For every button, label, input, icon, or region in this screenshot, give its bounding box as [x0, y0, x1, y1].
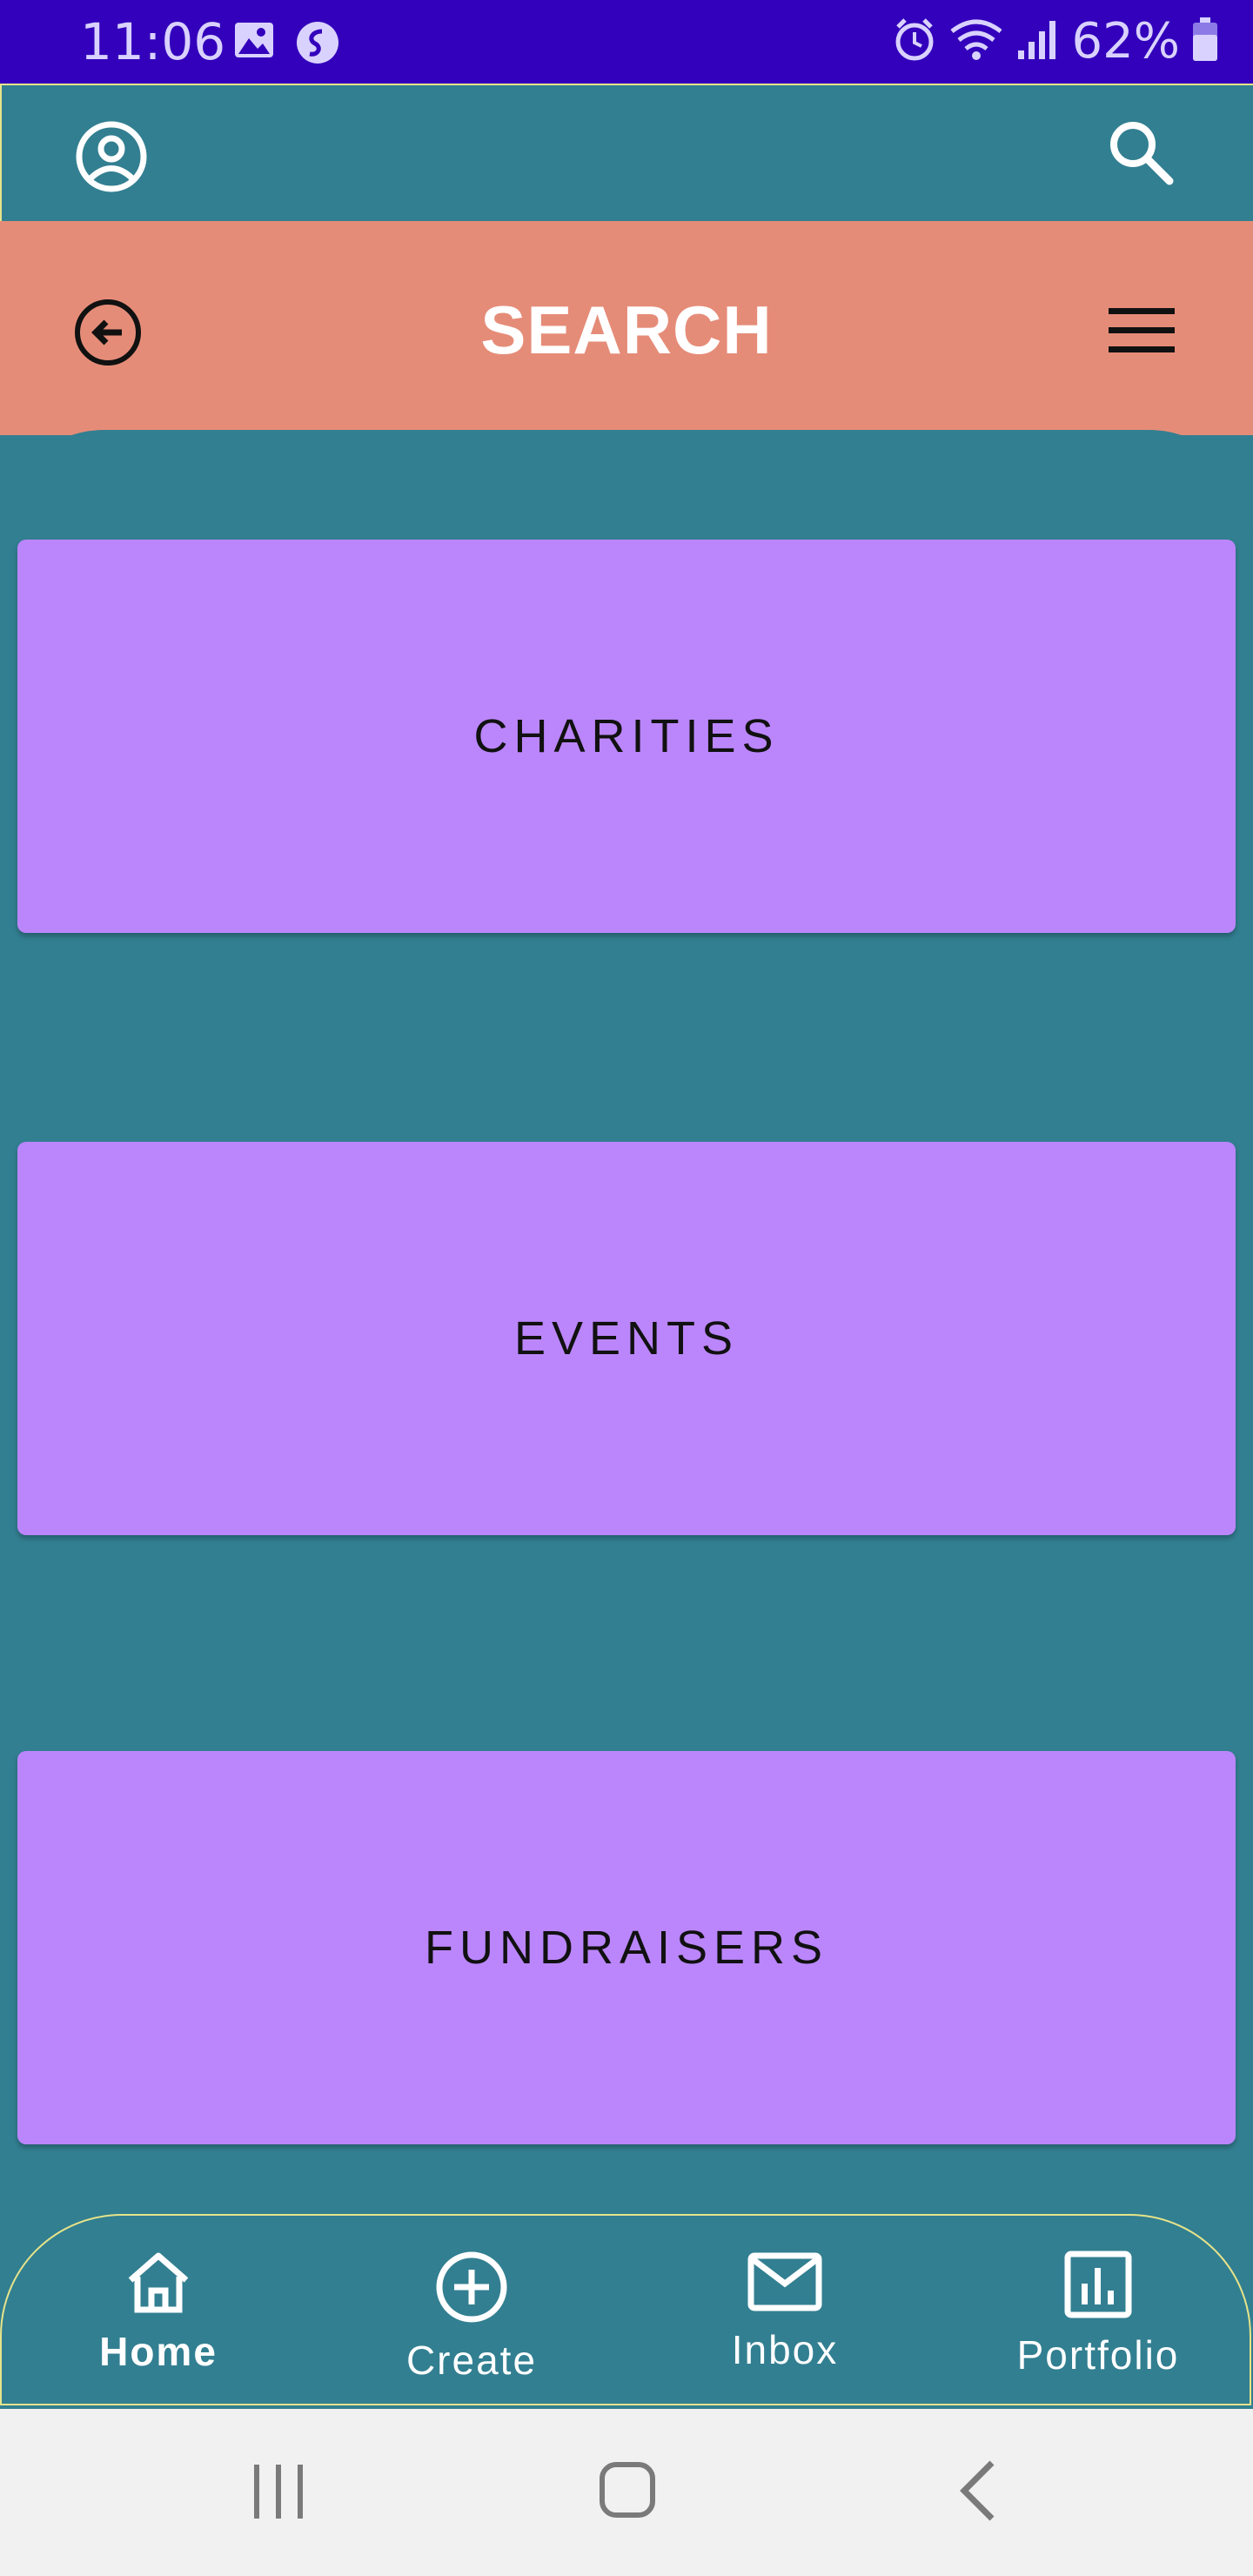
bar-chart-icon: [1064, 2251, 1132, 2323]
profile-icon[interactable]: [75, 120, 148, 198]
status-right-cluster: 62%: [893, 16, 1218, 68]
home-icon: [124, 2251, 193, 2319]
alarm-icon: [893, 17, 936, 68]
top-app-bar: [0, 84, 1253, 223]
nav-label-inbox: Inbox: [731, 2327, 839, 2372]
page-header: SEARCH: [0, 221, 1253, 435]
nav-item-inbox[interactable]: Inbox: [628, 2251, 941, 2373]
mail-icon: [747, 2251, 822, 2318]
nav-item-portfolio[interactable]: Portfolio: [941, 2251, 1253, 2378]
search-icon[interactable]: [1107, 118, 1176, 192]
category-label: EVENTS: [513, 1312, 740, 1365]
category-charities-button[interactable]: CHARITIES: [17, 540, 1236, 933]
category-label: CHARITIES: [473, 710, 780, 762]
battery-icon: [1192, 17, 1218, 67]
nav-item-home[interactable]: Home: [2, 2251, 315, 2375]
shazam-icon: [296, 21, 339, 69]
page-title: SEARCH: [480, 292, 773, 368]
category-label: FUNDRAISERS: [424, 1922, 829, 1974]
content-area: CHARITIES EVENTS FUNDRAISERS: [0, 430, 1253, 2214]
nav-label-home: Home: [99, 2329, 218, 2374]
category-events-button[interactable]: EVENTS: [17, 1142, 1236, 1535]
system-back-icon[interactable]: [957, 2459, 999, 2526]
status-bar: 11:06 62%: [0, 0, 1253, 84]
signal-icon: [1016, 19, 1060, 65]
home-button-icon[interactable]: [599, 2461, 656, 2523]
gallery-icon: [233, 21, 275, 64]
battery-percentage: 62%: [1071, 13, 1180, 70]
category-fundraisers-button[interactable]: FUNDRAISERS: [17, 1751, 1236, 2144]
status-time: 11:06: [80, 12, 226, 71]
nav-label-create: Create: [405, 2338, 538, 2383]
wifi-icon: [948, 17, 1004, 67]
menu-icon[interactable]: [1109, 306, 1175, 358]
add-circle-icon: [435, 2251, 508, 2328]
nav-label-portfolio: Portfolio: [1016, 2332, 1180, 2378]
bottom-navigation: Home Create Inbox Portfolio: [0, 2214, 1251, 2405]
system-navigation-bar: [0, 2409, 1253, 2576]
recent-apps-icon[interactable]: [252, 2463, 305, 2525]
nav-item-create[interactable]: Create: [315, 2251, 628, 2384]
